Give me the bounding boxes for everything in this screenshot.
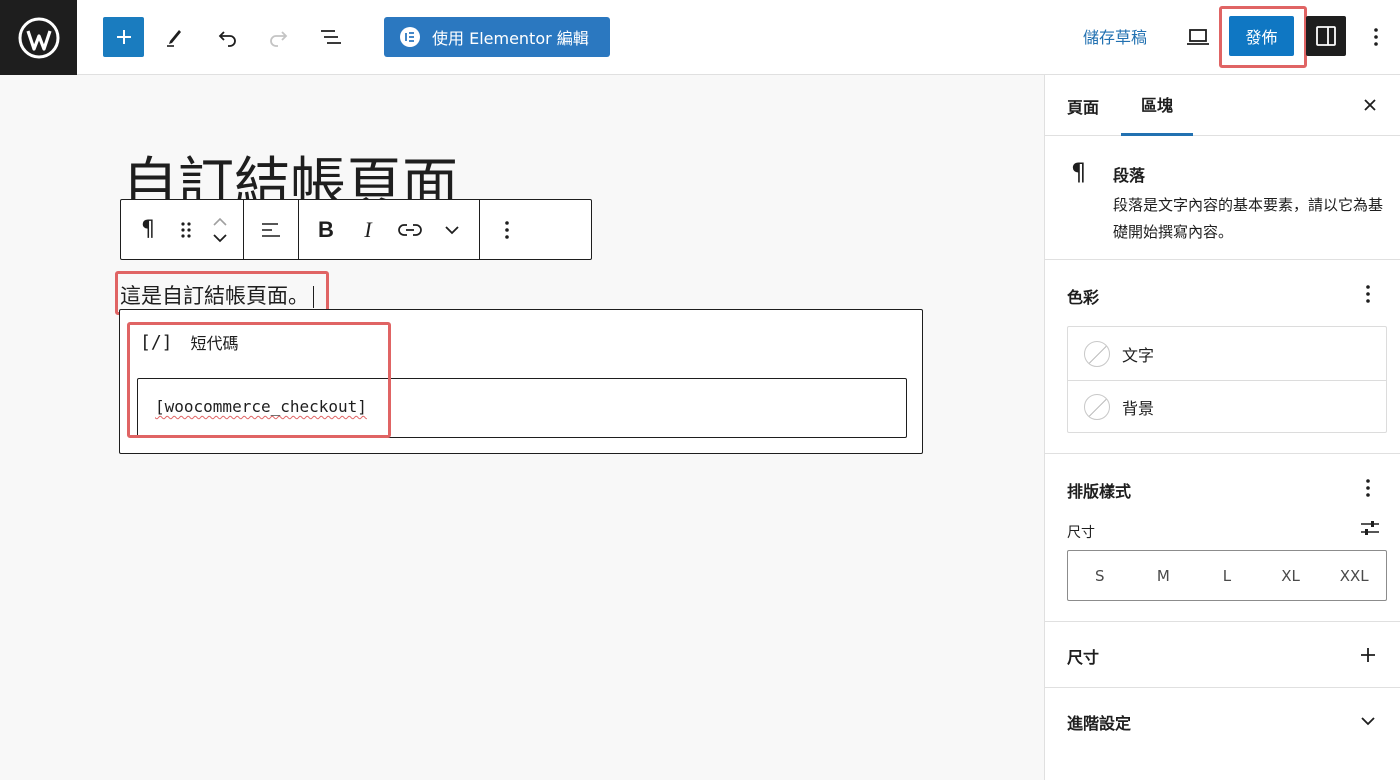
shortcode-icon: [/] [140,331,173,353]
paragraph-transform-button[interactable]: ¶ [127,210,169,250]
chevron-down-icon [445,225,459,234]
pilcrow-icon: ¶ [1071,158,1087,186]
typography-panel-options-button[interactable] [1356,476,1380,500]
italic-icon: I [364,216,372,242]
bold-icon: B [318,216,334,242]
link-icon [398,223,422,236]
shortcode-value: [woocommerce_checkout] [155,397,367,416]
size-option-xl[interactable]: XL [1261,567,1321,585]
size-option-m[interactable]: M [1133,567,1193,585]
settings-sidebar: 頁面 區塊 ¶ 段落 段落是文字內容的基本要素，請以它為基礎開始撰寫內容。 色彩… [1044,75,1400,780]
tools-button[interactable] [155,17,195,57]
add-block-button[interactable] [103,17,144,57]
advanced-panel[interactable]: 進階設定 [1045,688,1400,754]
tab-block[interactable]: 區塊 [1121,75,1194,136]
align-left-icon [262,222,280,237]
advanced-panel-title: 進階設定 [1067,714,1132,733]
list-view-button[interactable] [311,17,351,57]
empty-swatch-icon [1084,340,1110,367]
redo-button[interactable] [259,17,299,57]
list-view-icon [321,30,341,44]
chevron-down-icon [1361,717,1375,726]
advanced-toggle-button[interactable] [1356,709,1380,733]
tab-page[interactable]: 頁面 [1067,75,1099,136]
more-vertical-icon [1366,479,1370,497]
dimensions-panel-title: 尺寸 [1067,648,1100,667]
undo-button[interactable] [207,17,247,57]
shortcode-input[interactable]: [woocommerce_checkout] [137,378,907,438]
more-vertical-icon [505,220,509,239]
more-vertical-icon [1366,285,1370,303]
color-panel-options-button[interactable] [1356,282,1380,306]
options-menu-button[interactable] [1362,17,1390,57]
custom-size-button[interactable] [1358,516,1382,540]
italic-button[interactable]: I [347,210,389,250]
shortcode-block[interactable]: [/] 短代碼 [woocommerce_checkout] [119,309,923,454]
wordpress-logo-icon[interactable] [0,0,77,75]
preview-button[interactable] [1178,17,1218,57]
color-item-background[interactable]: 背景 [1068,380,1386,433]
block-card-description: 段落是文字內容的基本要素，請以它為基礎開始撰寫內容。 [1113,196,1384,241]
drag-handle-icon [181,221,191,238]
settings-toggle-button[interactable] [1306,16,1346,56]
publish-button[interactable]: 發佈 [1229,16,1294,56]
edit-with-elementor-button[interactable]: 使用 Elementor 編輯 [384,17,610,57]
close-icon [1364,99,1376,111]
block-toolbar: ¶ B I [120,199,592,260]
size-option-xxl[interactable]: XXL [1324,567,1384,585]
text-caret [313,286,314,309]
elementor-icon [400,27,420,47]
save-draft-button[interactable]: 儲存草稿 [1083,24,1147,48]
align-button[interactable] [250,210,292,250]
block-options-button[interactable] [486,210,528,250]
link-button[interactable] [389,210,431,250]
size-option-s[interactable]: S [1070,567,1130,585]
color-options-list: 文字 背景 [1067,326,1387,433]
shortcode-label: 短代碼 [190,334,239,353]
pen-icon [167,30,181,47]
bold-button[interactable]: B [305,210,347,250]
sidebar-tabs: 頁面 區塊 [1045,75,1400,136]
move-buttons [203,210,237,250]
typography-panel: 排版樣式 尺寸 S M L XL XXL [1045,454,1400,622]
drag-handle[interactable] [169,210,203,250]
color-panel: 色彩 文字 背景 [1045,260,1400,454]
font-size-label: 尺寸 [1067,525,1095,541]
plus-icon [116,30,131,44]
close-sidebar-button[interactable] [1358,93,1382,117]
dimensions-panel[interactable]: 尺寸 [1045,622,1400,688]
plus-icon [1361,648,1375,662]
move-down-icon[interactable] [212,233,228,243]
empty-swatch-icon [1084,394,1110,420]
more-rich-text-button[interactable] [431,210,473,250]
editor-header: 使用 Elementor 編輯 儲存草稿 發佈 [0,0,1400,75]
sliders-icon [1361,521,1379,535]
color-item-label: 文字 [1122,345,1155,365]
elementor-button-label: 使用 Elementor 編輯 [432,29,589,48]
color-panel-title: 色彩 [1067,288,1100,307]
more-vertical-icon [1374,28,1378,46]
block-card-title: 段落 [1113,166,1146,185]
typography-panel-title: 排版樣式 [1067,482,1132,501]
sidebar-toggle-icon [1316,26,1336,46]
paragraph-text: 這是自訂結帳頁面。 [120,285,309,308]
pilcrow-icon: ¶ [141,217,155,242]
redo-icon [270,31,288,47]
font-size-picker: S M L XL XXL [1067,550,1387,601]
paragraph-block[interactable]: 這是自訂結帳頁面。 [120,280,314,310]
add-dimensions-button[interactable] [1356,643,1380,667]
block-card: ¶ 段落 段落是文字內容的基本要素，請以它為基礎開始撰寫內容。 [1045,136,1400,260]
editor-canvas: 自訂結帳頁面 ¶ B I 這是自訂結帳頁面。 [/] 短代碼 [woocomme… [0,75,1044,780]
color-item-label: 背景 [1122,399,1155,418]
size-option-l[interactable]: L [1197,567,1257,585]
desktop-preview-icon [1187,29,1209,45]
move-up-icon[interactable] [212,217,228,227]
shortcode-block-header: [/] 短代碼 [140,330,239,354]
undo-icon [218,31,236,47]
color-item-text[interactable]: 文字 [1068,327,1386,380]
